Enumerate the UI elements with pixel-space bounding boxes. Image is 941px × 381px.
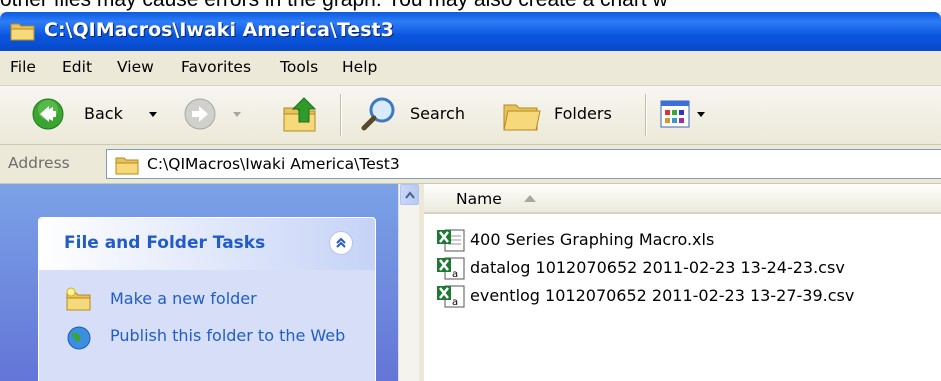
menu-view[interactable]: View xyxy=(117,58,154,76)
task-pane: File and Folder Tasks Make a new folder xyxy=(0,184,398,381)
back-button[interactable]: Back xyxy=(6,86,157,144)
up-folder-icon xyxy=(283,97,317,132)
back-arrow-icon xyxy=(32,98,64,130)
title-bar[interactable]: C:\QIMacros\Iwaki America\Test3 xyxy=(0,12,941,51)
folders-label: Folders xyxy=(554,104,612,123)
scroll-up-button[interactable] xyxy=(400,184,419,205)
forward-button[interactable] xyxy=(172,86,252,144)
search-icon xyxy=(361,97,395,131)
menu-tools[interactable]: Tools xyxy=(280,58,318,76)
svg-text:a: a xyxy=(452,269,458,280)
excel-csv-icon: a xyxy=(437,257,465,280)
address-label: Address xyxy=(8,154,70,172)
new-folder-icon xyxy=(66,287,91,311)
search-label: Search xyxy=(410,104,465,123)
chevron-down-icon[interactable] xyxy=(232,111,242,119)
back-label: Back xyxy=(84,104,123,123)
window-title: C:\QIMacros\Iwaki America\Test3 xyxy=(44,19,394,41)
up-folder-button[interactable] xyxy=(272,86,328,144)
chevron-down-icon[interactable] xyxy=(148,111,158,119)
file-list: Name 400 Series Graphing Macro.xls a dat… xyxy=(424,184,941,381)
collapse-chevron-icon[interactable] xyxy=(329,231,353,255)
address-value: C:\QIMacros\Iwaki America\Test3 xyxy=(147,155,400,173)
globe-icon xyxy=(67,326,91,350)
toolbar-separator xyxy=(645,94,647,136)
address-field[interactable]: C:\QIMacros\Iwaki America\Test3 xyxy=(106,149,941,179)
file-name: 400 Series Graphing Macro.xls xyxy=(470,230,715,249)
excel-icon xyxy=(437,229,465,252)
task-item-label: Publish this folder to the Web xyxy=(110,326,346,345)
toolbar: Back Search Folders xyxy=(0,86,941,145)
chevron-down-icon[interactable] xyxy=(696,111,706,119)
svg-text:a: a xyxy=(452,297,458,308)
file-name: datalog 1012070652 2011-02-23 13-24-23.c… xyxy=(470,258,845,277)
excel-csv-icon: a xyxy=(437,285,465,308)
chevron-up-icon xyxy=(404,190,415,199)
menu-favorites[interactable]: Favorites xyxy=(181,58,251,76)
task-panel-title: File and Folder Tasks xyxy=(64,233,266,253)
search-button[interactable]: Search xyxy=(352,86,482,144)
task-panel-header[interactable]: File and Folder Tasks xyxy=(39,218,375,270)
folders-button[interactable]: Folders xyxy=(498,86,638,144)
folders-icon xyxy=(503,104,541,131)
menu-bar: File Edit View Favorites Tools Help xyxy=(0,51,941,86)
views-button[interactable] xyxy=(656,86,726,144)
file-folder-tasks-panel: File and Folder Tasks Make a new folder xyxy=(38,217,376,381)
menu-edit[interactable]: Edit xyxy=(62,58,92,76)
forward-arrow-icon xyxy=(184,98,216,130)
menu-help[interactable]: Help xyxy=(342,58,377,76)
menu-file[interactable]: File xyxy=(10,58,36,76)
sort-ascending-icon xyxy=(524,195,536,202)
task-pane-scrollbar[interactable] xyxy=(398,184,420,381)
column-header-name[interactable]: Name xyxy=(424,184,941,214)
column-name-label: Name xyxy=(456,190,502,208)
file-name: eventlog 1012070652 2011-02-23 13-27-39.… xyxy=(470,286,855,305)
views-icon xyxy=(660,100,690,128)
address-bar: Address C:\QIMacros\Iwaki America\Test3 xyxy=(0,145,941,184)
document-text: other files may cause errors in the grap… xyxy=(0,0,941,12)
folder-icon xyxy=(10,23,35,41)
explorer-window: C:\QIMacros\Iwaki America\Test3 File Edi… xyxy=(0,12,941,381)
folder-icon xyxy=(115,157,139,175)
task-item-label: Make a new folder xyxy=(110,289,257,308)
toolbar-separator xyxy=(340,94,342,136)
